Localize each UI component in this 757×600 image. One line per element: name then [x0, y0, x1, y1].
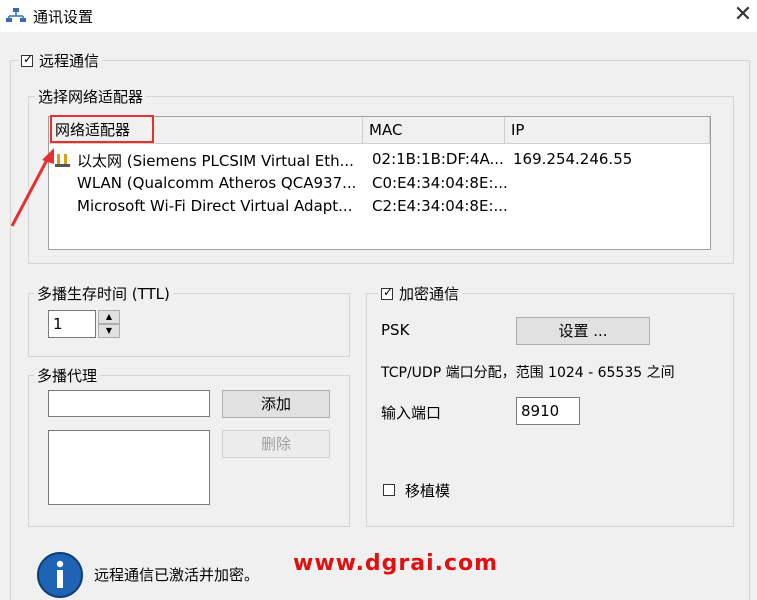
watermark-text: www.dgrai.com [293, 551, 499, 576]
port-input[interactable]: 8910 [516, 397, 580, 425]
window-title: 通讯设置 [33, 8, 94, 26]
annotation-box [50, 115, 154, 143]
psk-settings-button[interactable]: 设置 ... [516, 317, 650, 345]
list-item-mac: C2:E4:34:04:8E:... [372, 197, 508, 215]
check-icon: ✓ [23, 52, 34, 66]
psk-label: PSK [381, 321, 410, 339]
migration-checkbox[interactable] [383, 484, 395, 496]
port-range-info: TCP/UDP 端口分配，范围 1024 - 65535 之间 [381, 365, 675, 381]
list-item-mac: 02:1B:1B:DF:4A... [372, 150, 504, 168]
close-icon[interactable]: ✕ [731, 4, 755, 28]
status-text: 远程通信已激活并加密。 [94, 566, 260, 584]
encrypt-legend: ✓ 加密通信 [378, 283, 463, 304]
delete-button[interactable]: 删除 [222, 430, 330, 458]
list-item[interactable]: WLAN (Qualcomm Atheros QCA937... [77, 174, 356, 192]
list-item[interactable]: Microsoft Wi-Fi Direct Virtual Adapt... [77, 197, 352, 215]
annotation-arrow-icon [10, 148, 54, 227]
remote-label: 远程通信 [39, 52, 100, 70]
remote-checkbox[interactable]: ✓ [21, 52, 34, 67]
title-bar: 通讯设置 ✕ [0, 0, 757, 32]
column-header-ip[interactable]: IP [505, 117, 710, 144]
port-label: 输入端口 [381, 404, 442, 422]
list-item-ip: 169.254.246.55 [513, 150, 633, 168]
proxy-list[interactable] [48, 430, 210, 505]
info-icon [37, 552, 83, 598]
encrypt-label: 加密通信 [399, 285, 460, 303]
network-icon [6, 8, 26, 22]
spin-up-button[interactable]: ▲ [98, 310, 120, 324]
check-icon: ✓ [383, 285, 394, 299]
chevron-up-icon: ▲ [105, 312, 113, 321]
spin-down-button[interactable]: ▼ [98, 324, 120, 338]
column-header-mac[interactable]: MAC [363, 117, 505, 144]
add-button[interactable]: 添加 [222, 390, 330, 418]
proxy-legend: 多播代理 [34, 365, 101, 386]
list-item[interactable]: 以太网 (Siemens PLCSIM Virtual Eth... [77, 150, 354, 171]
encrypt-checkbox[interactable]: ✓ [381, 285, 394, 300]
remote-legend: ✓ 远程通信 [18, 50, 103, 71]
proxy-address-input[interactable] [48, 390, 210, 417]
adapter-legend: 选择网络适配器 [35, 86, 147, 107]
chevron-down-icon: ▼ [105, 326, 113, 335]
ttl-legend: 多播生存时间 (TTL) [34, 283, 173, 304]
ttl-input[interactable]: 1 [48, 310, 96, 338]
migration-label: 移植模 [405, 482, 451, 500]
list-item-mac: C0:E4:34:04:8E:... [372, 174, 508, 192]
